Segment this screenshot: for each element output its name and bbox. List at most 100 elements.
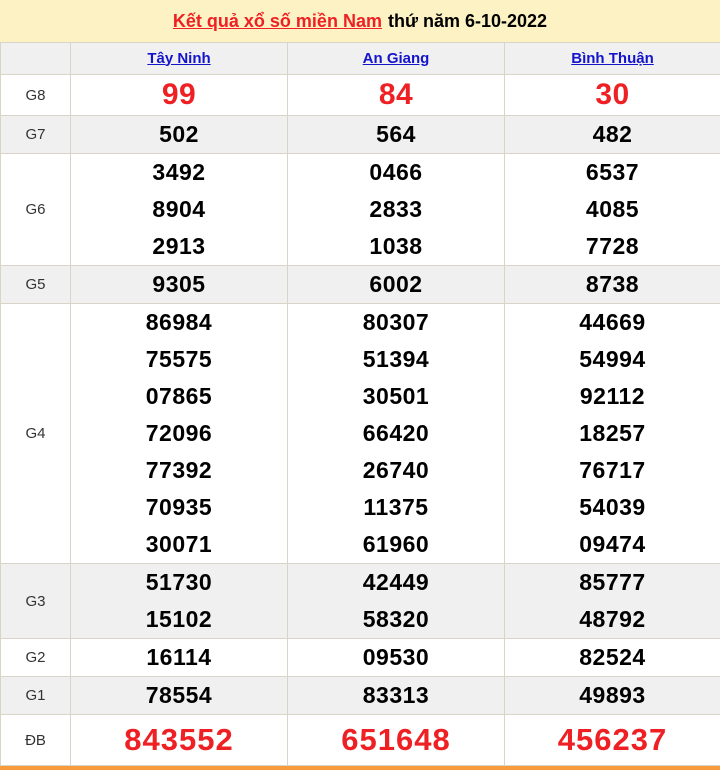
prize-row-g5: G5930560028738 (1, 266, 720, 304)
prize-label: G4 (1, 304, 71, 564)
prize-label: G8 (1, 75, 71, 116)
prize-number: 72096 (71, 415, 287, 452)
prize-number: 85777 (505, 564, 720, 601)
prize-values-cell: 6002 (288, 266, 505, 304)
prize-values-cell: 564 (288, 116, 505, 154)
prize-row-g2: G2161140953082524 (1, 639, 720, 677)
prize-number: 07865 (71, 378, 287, 415)
prize-label: G3 (1, 564, 71, 639)
title-link[interactable]: Kết quả xổ số miền Nam (173, 11, 382, 32)
prize-row-g8: G8998430 (1, 75, 720, 116)
prize-label: G6 (1, 154, 71, 266)
prize-number: 1038 (288, 228, 504, 265)
prize-number: 09474 (505, 526, 720, 563)
prize-number: 42449 (288, 564, 504, 601)
prize-row-g3: G3517301510242449583208577748792 (1, 564, 720, 639)
prize-values-cell: 046628331038 (288, 154, 505, 266)
prize-number: 30501 (288, 378, 504, 415)
prize-number: 84 (288, 75, 504, 115)
prize-number: 09530 (288, 639, 504, 676)
corner-cell (1, 43, 71, 75)
prize-values-cell: 16114 (71, 639, 288, 677)
prize-number: 83313 (288, 677, 504, 714)
prize-label: G2 (1, 639, 71, 677)
prize-values-cell: 349289042913 (71, 154, 288, 266)
prize-values-cell: 09530 (288, 639, 505, 677)
prize-number: 49893 (505, 677, 720, 714)
prize-number: 86984 (71, 304, 287, 341)
prize-number: 77392 (71, 452, 287, 489)
prize-number: 51394 (288, 341, 504, 378)
prize-number: 76717 (505, 452, 720, 489)
prize-number: 61960 (288, 526, 504, 563)
prize-number: 58320 (288, 601, 504, 638)
prize-label: ĐB (1, 715, 71, 766)
column-header-tay-ninh: Tây Ninh (71, 43, 288, 75)
prize-number: 6537 (505, 154, 720, 191)
page-title: Kết quả xổ số miền Nam thứ năm 6-10-2022 (0, 0, 720, 42)
prize-number: 2913 (71, 228, 287, 265)
prize-number: 16114 (71, 639, 287, 676)
prize-number: 482 (505, 116, 720, 153)
prize-number: 92112 (505, 378, 720, 415)
prize-values-cell: 49893 (505, 677, 720, 715)
lottery-results-page: Kết quả xổ số miền Nam thứ năm 6-10-2022… (0, 0, 720, 770)
prize-values-cell: 30 (505, 75, 720, 116)
prize-number: 30 (505, 75, 720, 115)
prize-values-cell: 99 (71, 75, 288, 116)
prize-values-cell: 9305 (71, 266, 288, 304)
prize-number: 66420 (288, 415, 504, 452)
prize-row-db: ĐB843552651648456237 (1, 715, 720, 766)
prize-number: 82524 (505, 639, 720, 676)
prize-values-cell: 44669549949211218257767175403909474 (505, 304, 720, 564)
prize-number: 54994 (505, 341, 720, 378)
prize-number: 80307 (288, 304, 504, 341)
prize-values-cell: 84 (288, 75, 505, 116)
prize-label: G7 (1, 116, 71, 154)
prize-number: 54039 (505, 489, 720, 526)
prize-number: 7728 (505, 228, 720, 265)
prize-values-cell: 653740857728 (505, 154, 720, 266)
prize-values-cell: 82524 (505, 639, 720, 677)
prize-number: 75575 (71, 341, 287, 378)
prize-values-cell: 456237 (505, 715, 720, 766)
prize-values-cell: 482 (505, 116, 720, 154)
prize-values-cell: 502 (71, 116, 288, 154)
prize-number: 48792 (505, 601, 720, 638)
prize-values-cell: 86984755750786572096773927093530071 (71, 304, 288, 564)
prize-row-g6: G6349289042913046628331038653740857728 (1, 154, 720, 266)
prize-values-cell: 78554 (71, 677, 288, 715)
prize-values-cell: 843552 (71, 715, 288, 766)
prize-label: G5 (1, 266, 71, 304)
prize-number: 2833 (288, 191, 504, 228)
prize-number: 30071 (71, 526, 287, 563)
prize-values-cell: 80307513943050166420267401137561960 (288, 304, 505, 564)
prize-number: 6002 (288, 266, 504, 303)
prize-number: 9305 (71, 266, 287, 303)
prize-number: 502 (71, 116, 287, 153)
prize-values-cell: 8738 (505, 266, 720, 304)
prize-number: 564 (288, 116, 504, 153)
results-table: Tây Ninh An Giang Bình Thuận G8998430G75… (0, 42, 720, 766)
prize-number: 70935 (71, 489, 287, 526)
column-link-binh-thuan[interactable]: Bình Thuận (571, 50, 654, 67)
prize-number: 843552 (71, 715, 287, 765)
prize-row-g7: G7502564482 (1, 116, 720, 154)
prize-number: 99 (71, 75, 287, 115)
column-header-binh-thuan: Bình Thuận (505, 43, 720, 75)
prize-number: 0466 (288, 154, 504, 191)
prize-number: 11375 (288, 489, 504, 526)
prize-number: 18257 (505, 415, 720, 452)
footer-accent-bar (0, 766, 720, 770)
prize-number: 4085 (505, 191, 720, 228)
prize-values-cell: 83313 (288, 677, 505, 715)
prize-values-cell: 651648 (288, 715, 505, 766)
prize-number: 8904 (71, 191, 287, 228)
title-date: thứ năm 6-10-2022 (388, 11, 547, 32)
prize-row-g4: G486984755750786572096773927093530071803… (1, 304, 720, 564)
prize-values-cell: 5173015102 (71, 564, 288, 639)
prize-number: 3492 (71, 154, 287, 191)
prize-number: 26740 (288, 452, 504, 489)
column-link-tay-ninh[interactable]: Tây Ninh (147, 50, 210, 67)
column-link-an-giang[interactable]: An Giang (363, 50, 430, 67)
